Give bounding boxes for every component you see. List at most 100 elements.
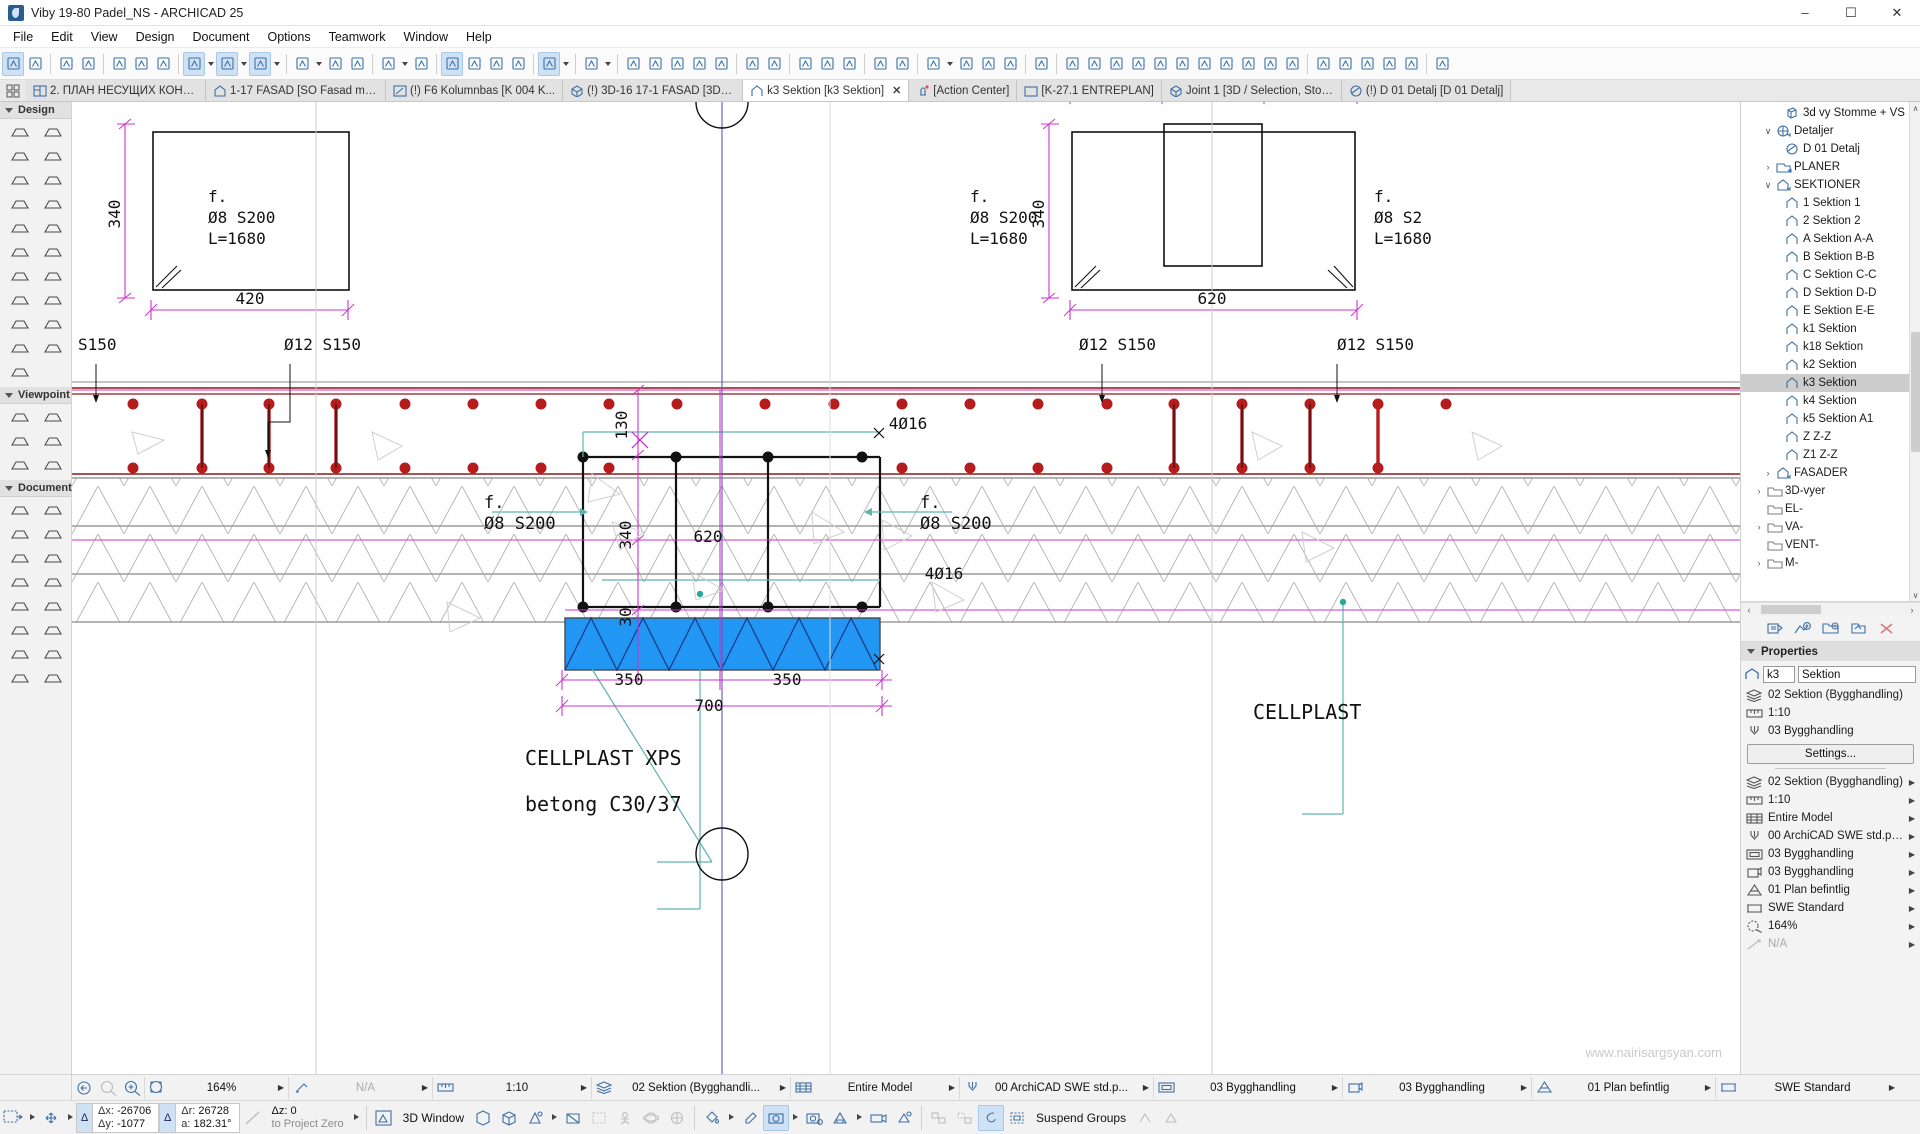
status-pen-set[interactable]: 00 ArchiCAD SWE std.p... ▶ xyxy=(959,1076,1153,1099)
toolbar-chev-icon[interactable] xyxy=(1431,52,1453,76)
toolbar-measure-icon[interactable] xyxy=(183,51,205,76)
toolbar-undo-icon[interactable] xyxy=(55,52,77,76)
shell-tool-icon[interactable] xyxy=(36,145,69,169)
structure-display-icon[interactable] xyxy=(791,1077,815,1099)
figure-tool-icon[interactable] xyxy=(3,667,36,691)
document-tab[interactable]: (!) 3D-16 17-1 FASAD [3D-1... xyxy=(563,80,744,101)
document-tab[interactable]: (!) D 01 Detalj [D 01 Detalj] xyxy=(1341,80,1512,101)
toolbar-pen3-icon[interactable] xyxy=(1171,52,1193,76)
hscroll-thumb[interactable] xyxy=(1761,605,1821,614)
menu-file[interactable]: File xyxy=(4,28,42,46)
angle-dimension-icon[interactable] xyxy=(36,523,69,547)
clone-folder-icon[interactable] xyxy=(1766,621,1784,637)
toolbar-report-icon[interactable] xyxy=(1061,52,1083,76)
delta-xy-tracker[interactable]: Δ Δx: -26706 Δy: -1077 xyxy=(76,1102,160,1133)
navigator-item-k2-sektion[interactable]: k2 Sektion xyxy=(1741,356,1920,374)
toolbar-story2-icon[interactable] xyxy=(977,52,999,76)
polyline-tool-icon[interactable] xyxy=(36,619,69,643)
chevron-right-icon[interactable]: ▶ xyxy=(577,1083,591,1092)
window-tool-icon[interactable] xyxy=(3,241,36,265)
grid-tool-icon[interactable] xyxy=(36,337,69,361)
photorendering-icon[interactable] xyxy=(827,1105,853,1131)
property-row[interactable]: N/A ▶ xyxy=(1741,935,1920,953)
navigator-item-d-sektion-d-d[interactable]: D Sektion D-D xyxy=(1741,284,1920,302)
zone-stamp-icon[interactable] xyxy=(3,571,36,595)
zoom-next-icon[interactable] xyxy=(120,1077,144,1099)
chevron-right-icon[interactable]: › xyxy=(1754,558,1764,568)
eyedropper-icon[interactable] xyxy=(737,1105,763,1131)
collapse-triangle-icon[interactable] xyxy=(5,392,13,398)
toolbar-minus-icon[interactable] xyxy=(710,52,732,76)
toolbar-coord-icon-dropdown-arrow[interactable] xyxy=(271,52,282,76)
status-renovation-filter[interactable]: 01 Plan befintlig ▶ xyxy=(1531,1076,1715,1099)
status-layer-combination[interactable]: 02 Sektion (Bygghandli... ▶ xyxy=(591,1076,790,1099)
interior-elevation-icon[interactable] xyxy=(3,430,36,454)
toolbar-pen5-icon[interactable] xyxy=(1334,52,1356,76)
navigator-item-k1-sektion[interactable]: k1 Sektion xyxy=(1741,320,1920,338)
opening-tool-icon[interactable] xyxy=(3,361,36,385)
solid-op-b-icon[interactable] xyxy=(1158,1105,1184,1131)
toolbar-offset-icon[interactable] xyxy=(216,51,238,76)
hotspot-tool-icon[interactable] xyxy=(36,643,69,667)
column-tool-icon[interactable] xyxy=(36,121,69,145)
marquee-3d-icon[interactable] xyxy=(586,1105,612,1131)
chevron-right-icon[interactable]: ▶ xyxy=(1328,1083,1342,1092)
suspend-groups-toggle-icon[interactable] xyxy=(978,1104,1005,1131)
menu-window[interactable]: Window xyxy=(395,28,457,46)
document-tab[interactable]: k3 Sektion [k3 Sektion] ✕ xyxy=(743,80,910,101)
navigator-item-vent-[interactable]: VENT- xyxy=(1741,536,1920,554)
toolbar-column-icon2[interactable] xyxy=(666,52,688,76)
toolbar-measure-icon-dropdown-arrow[interactable] xyxy=(205,52,216,76)
chevron-down-icon[interactable]: ∨ xyxy=(1763,126,1773,136)
section-tool-icon[interactable] xyxy=(3,406,36,430)
toolbar-pen2-icon[interactable] xyxy=(152,52,174,76)
toolbar-flat-icon[interactable] xyxy=(1378,52,1400,76)
elevation-tool-icon[interactable] xyxy=(36,406,69,430)
property-row[interactable]: SWE Standard ▶ xyxy=(1741,899,1920,917)
toolbar-plus-icon[interactable] xyxy=(688,52,710,76)
menu-teamwork[interactable]: Teamwork xyxy=(320,28,395,46)
curtainwall-tool-icon[interactable] xyxy=(3,217,36,241)
navigator-item-m-[interactable]: › M- xyxy=(1741,554,1920,572)
document-tab[interactable]: [K-27.1 ENTRÉPLAN] xyxy=(1017,80,1162,101)
minimize-button[interactable]: – xyxy=(1782,0,1828,26)
suspend-groups-icon[interactable] xyxy=(1004,1105,1030,1131)
slab-tool-icon[interactable] xyxy=(3,121,36,145)
collapse-triangle-icon[interactable] xyxy=(5,485,13,491)
dimension-style-icon[interactable] xyxy=(1716,1077,1740,1099)
zone-tool-icon[interactable] xyxy=(36,265,69,289)
toolbar-mesh2-icon[interactable] xyxy=(1259,52,1281,76)
chevron-right-icon[interactable]: ▶ xyxy=(1909,886,1915,895)
chevron-right-icon[interactable]: ▶ xyxy=(1701,1083,1715,1092)
lamp-tool-icon[interactable] xyxy=(36,313,69,337)
mep-tool-icon[interactable] xyxy=(3,337,36,361)
toolbar-terrain-icon[interactable] xyxy=(1083,52,1105,76)
ungroup-icon[interactable] xyxy=(952,1105,978,1131)
navigator-item-va-[interactable]: › VA- xyxy=(1741,518,1920,536)
navigator-item-c-sektion-c-c[interactable]: C Sektion C-C xyxy=(1741,266,1920,284)
palette-section-document[interactable]: Document xyxy=(0,480,72,497)
chevron-right-icon[interactable]: › xyxy=(1763,162,1773,172)
tracker-dropdown-arrow[interactable] xyxy=(26,1113,38,1123)
document-tab[interactable]: 2. ПЛАН НЕСУЩИХ КОНС... xyxy=(26,80,206,101)
new-folder-icon[interactable] xyxy=(1821,621,1840,637)
fly-icon[interactable] xyxy=(664,1105,690,1131)
property-row[interactable]: Entire Model ▶ xyxy=(1741,809,1920,827)
toolbar-pen-icon[interactable] xyxy=(130,52,152,76)
toolbar-offset-icon-dropdown-arrow[interactable] xyxy=(238,52,249,76)
property-row[interactable]: 00 ArchiCAD SWE std.pennor (... ▶ xyxy=(1741,827,1920,845)
rendering-settings-icon[interactable] xyxy=(891,1105,917,1131)
paint-bucket-icon-dropdown-arrow[interactable] xyxy=(725,1113,737,1123)
toolbar-story-icon[interactable] xyxy=(955,52,977,76)
toolbar-curve-icon[interactable] xyxy=(1356,52,1378,76)
sun-settings-icon[interactable] xyxy=(522,1105,548,1131)
hscroll-left-arrow[interactable]: ‹ xyxy=(1743,605,1755,615)
settings-button[interactable]: Settings... xyxy=(1747,744,1914,764)
maximize-button[interactable]: ☐ xyxy=(1828,0,1874,26)
status-orientation[interactable]: N/A ▶ xyxy=(288,1076,432,1099)
toolbar-wave-icon[interactable] xyxy=(1149,52,1171,76)
delete-icon[interactable] xyxy=(1878,621,1896,637)
chevron-down-icon[interactable]: ∨ xyxy=(1763,180,1773,190)
navigator-item-detaljer[interactable]: ∨ Detaljer xyxy=(1741,122,1920,140)
railing-tool-icon[interactable] xyxy=(36,193,69,217)
